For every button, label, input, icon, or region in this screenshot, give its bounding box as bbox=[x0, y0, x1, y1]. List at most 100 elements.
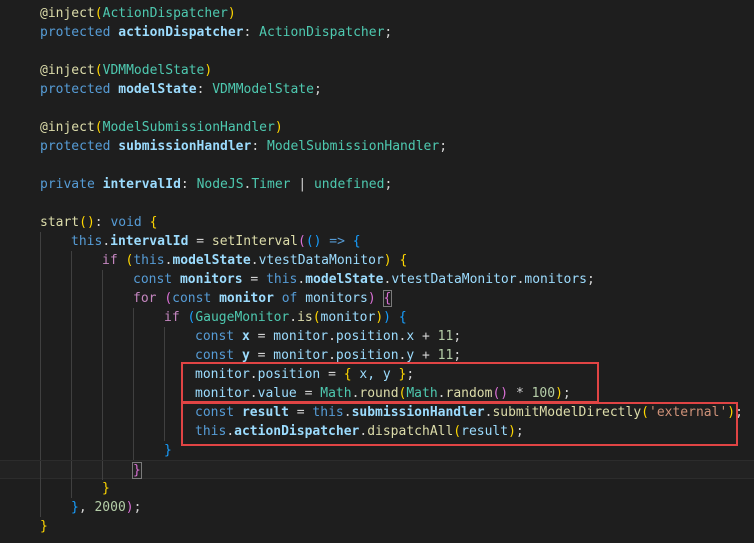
code-token: GaugeMonitor bbox=[195, 310, 290, 325]
code-token: = bbox=[296, 386, 321, 401]
code-token: ; bbox=[735, 405, 743, 420]
code-token: } bbox=[40, 519, 48, 534]
code-line[interactable]: const monitors = this.modelState.vtestDa… bbox=[0, 270, 754, 289]
code-token: const bbox=[195, 329, 242, 344]
code-token: modelState bbox=[172, 253, 251, 268]
indent-guide bbox=[102, 327, 103, 346]
indent-guide bbox=[133, 403, 134, 422]
code-token: const bbox=[172, 291, 220, 306]
code-token: : bbox=[251, 139, 267, 154]
indent-guide bbox=[40, 346, 41, 365]
code-line[interactable]: @inject(ActionDispatcher) bbox=[0, 4, 754, 23]
code-line[interactable]: protected actionDispatcher: ActionDispat… bbox=[0, 23, 754, 42]
indent-guide bbox=[40, 441, 41, 460]
code-token: is bbox=[297, 310, 313, 325]
code-line[interactable]: protected modelState: VDMModelState; bbox=[0, 80, 754, 99]
code-line[interactable]: @inject(VDMModelState) bbox=[0, 61, 754, 80]
indent-guide bbox=[40, 289, 41, 308]
code-token: result bbox=[241, 405, 289, 420]
indent-guide bbox=[102, 441, 103, 460]
indent-guide bbox=[40, 422, 41, 441]
code-token: x bbox=[241, 329, 250, 344]
code-token: NodeJS bbox=[196, 177, 244, 192]
code-token: modelState bbox=[118, 82, 197, 97]
code-editor[interactable]: @inject(ActionDispatcher) protected actio… bbox=[0, 0, 754, 543]
code-token: this bbox=[133, 253, 165, 268]
indent-guide bbox=[102, 270, 103, 289]
code-text: private intervalId: NodeJS.Timer | undef… bbox=[40, 175, 392, 194]
code-token: ) bbox=[227, 6, 236, 21]
code-text: }, 2000); bbox=[71, 498, 141, 517]
code-line[interactable] bbox=[0, 99, 754, 118]
code-token: position bbox=[335, 348, 399, 363]
code-token: submissionHandler bbox=[351, 405, 485, 420]
code-line[interactable]: start(): void { bbox=[0, 213, 754, 232]
indent-guide bbox=[40, 365, 41, 384]
code-token: const bbox=[195, 348, 242, 363]
indent-guide bbox=[71, 346, 72, 365]
code-text: @inject(ActionDispatcher) bbox=[40, 4, 236, 23]
code-token: . bbox=[289, 310, 298, 325]
code-text: start(): void { bbox=[40, 213, 157, 232]
code-token: 11 bbox=[437, 329, 454, 344]
code-line[interactable]: }, 2000); bbox=[0, 498, 754, 517]
indent-guide bbox=[133, 422, 134, 441]
code-token: monitors bbox=[179, 272, 243, 287]
code-token: protected bbox=[40, 82, 119, 97]
code-token: ; bbox=[384, 177, 393, 192]
code-line[interactable]: } bbox=[0, 441, 754, 460]
code-line[interactable]: const y = monitor.position.y + 11; bbox=[0, 346, 754, 365]
code-token: : bbox=[180, 177, 197, 192]
code-token: ) bbox=[727, 405, 736, 420]
code-token: private bbox=[40, 177, 103, 192]
code-line[interactable]: } bbox=[0, 460, 754, 480]
code-text: for (const monitor of monitors) { bbox=[133, 289, 393, 308]
code-token: Timer bbox=[251, 177, 291, 192]
indent-guide bbox=[164, 346, 165, 365]
code-token: of bbox=[273, 291, 306, 306]
code-line[interactable]: monitor.value = Math.round(Math.random()… bbox=[0, 384, 754, 403]
indent-guide bbox=[133, 441, 134, 460]
code-token: ActionDispatcher bbox=[259, 25, 385, 40]
code-token: VDMModelState bbox=[102, 63, 205, 78]
code-token: { bbox=[382, 290, 393, 307]
code-line[interactable]: monitor.position = { x, y }; bbox=[0, 365, 754, 384]
indent-guide bbox=[133, 346, 134, 365]
code-line[interactable]: } bbox=[0, 479, 754, 498]
code-line[interactable]: if (this.modelState.vtestDataMonitor) { bbox=[0, 251, 754, 270]
code-line[interactable] bbox=[0, 42, 754, 61]
code-line[interactable]: this.actionDispatcher.dispatchAll(result… bbox=[0, 422, 754, 441]
code-token: = bbox=[249, 348, 274, 363]
code-line[interactable]: @inject(ModelSubmissionHandler) bbox=[0, 118, 754, 137]
code-line[interactable]: const x = monitor.position.x + 11; bbox=[0, 327, 754, 346]
code-token: @inject bbox=[40, 120, 95, 135]
code-line[interactable]: for (const monitor of monitors) { bbox=[0, 289, 754, 308]
code-line[interactable]: private intervalId: NodeJS.Timer | undef… bbox=[0, 175, 754, 194]
code-token: vtestDataMonitor bbox=[258, 253, 384, 268]
code-token: ) bbox=[274, 120, 283, 135]
code-token: submitModelDirectly bbox=[492, 405, 642, 420]
code-line[interactable] bbox=[0, 156, 754, 175]
code-token: } bbox=[132, 462, 142, 479]
indent-guide bbox=[71, 289, 72, 308]
indent-guide bbox=[40, 461, 41, 480]
code-line[interactable]: if (GaugeMonitor.is(monitor)) { bbox=[0, 308, 754, 327]
code-line[interactable]: } bbox=[0, 517, 754, 536]
indent-guide bbox=[40, 384, 41, 403]
indent-guide bbox=[40, 498, 41, 517]
code-line[interactable]: protected submissionHandler: ModelSubmis… bbox=[0, 137, 754, 156]
code-token: ModelSubmissionHandler bbox=[267, 139, 440, 154]
code-token: ( bbox=[94, 63, 103, 78]
indent-guide bbox=[164, 384, 165, 403]
code-line[interactable]: const result = this.submissionHandler.su… bbox=[0, 403, 754, 422]
code-token: { bbox=[399, 253, 408, 268]
indent-guide bbox=[102, 289, 103, 308]
code-line[interactable]: this.intervalId = setInterval(() => { bbox=[0, 232, 754, 251]
code-token: intervalId bbox=[102, 177, 181, 192]
code-token: vtestDataMonitor bbox=[391, 272, 517, 287]
code-line[interactable] bbox=[0, 194, 754, 213]
code-token: => bbox=[321, 234, 353, 249]
code-token: dispatchAll bbox=[367, 424, 454, 439]
indent-guide bbox=[133, 384, 134, 403]
